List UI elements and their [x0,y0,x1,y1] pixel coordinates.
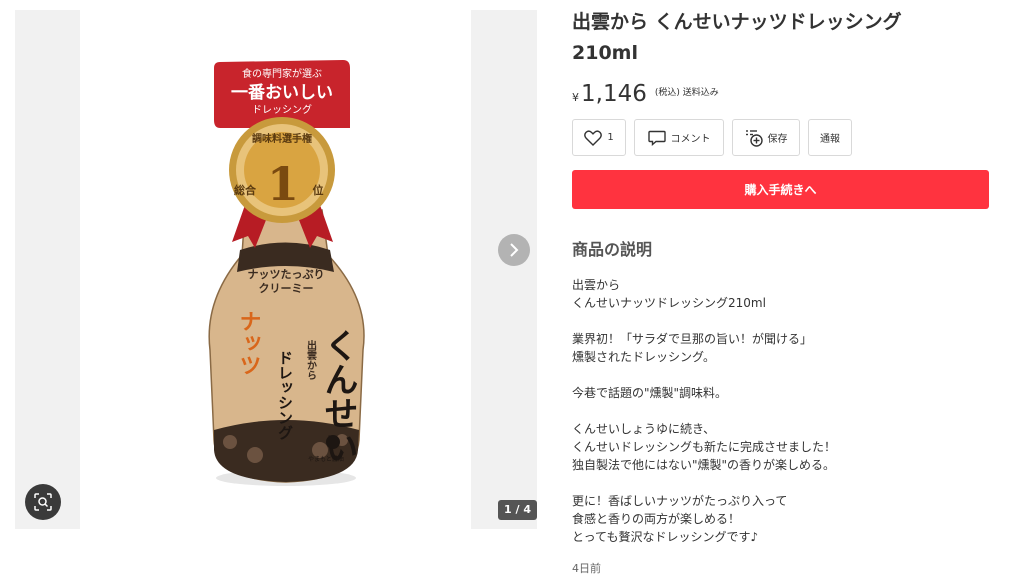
bottle-text-2: クリーミー [259,282,314,295]
price: 1,146 [581,81,647,107]
report-label: 通報 [820,134,840,145]
banner-text-3: ドレッシング [252,103,312,116]
price-note: (税込) 送料込み [654,88,719,98]
currency-symbol: ¥ [572,91,579,104]
product-info: 出雲から くんせいナッツドレッシング 210ml ¥ 1,146 (税込) 送料… [572,0,990,576]
nuts-text: ナッツ [236,310,261,376]
banner-text-2: 一番おいしい [231,83,333,103]
posted-time: 4日前 [572,562,601,575]
price-row: ¥ 1,146 (税込) 送料込み [572,81,990,107]
gallery-prev-strip [15,10,80,529]
next-image-button[interactable] [498,234,530,266]
save-label: 保存 [767,134,788,145]
dressing-text: ドレッシング [276,350,294,440]
dressing-bottle-image: 食の専門家が選ぶ 一番おいしい ドレッシング 調味料選手権 総合 1 位 ナッツ… [208,60,365,486]
product-title-line2: 210ml [572,42,638,64]
gallery-next-strip [471,10,537,529]
product-title: 出雲から くんせいナッツドレッシング 210ml [572,7,990,69]
izumo-text: 出雲から [305,339,317,381]
image-counter: 1 / 4 [498,500,537,520]
medal-right-text: 位 [313,183,324,197]
save-button[interactable]: 保存 [732,119,800,156]
comment-icon [647,130,666,146]
report-button[interactable]: 通報 [808,119,852,156]
chevron-right-icon [510,243,519,257]
comment-button[interactable]: コメント [634,119,724,156]
bottle-text-1: ナッツたっぷり [248,268,325,281]
image-gallery: 食の専門家が選ぶ 一番おいしい ドレッシング 調味料選手権 総合 1 位 ナッツ… [15,10,537,529]
description-body: 出雲から くんせいナッツドレッシング210ml 業界初！「サラダで旦那の旨い！が… [572,278,837,544]
image-search-icon [34,493,52,511]
comment-label: コメント [670,134,711,145]
maker-text: やまもと醤油 [308,455,344,463]
buy-button[interactable]: 購入手続きへ [572,170,989,209]
like-count: 1 [607,132,614,143]
product-title-line1: 出雲から くんせいナッツドレッシング [572,11,902,33]
image-search-button[interactable] [25,484,61,520]
action-bar: 1 コメント 保存 通報 [572,119,990,156]
banner-text-1: 食の専門家が選ぶ [242,67,322,80]
medal-number: 1 [267,157,299,211]
medal-left-text: 総合 [234,183,257,197]
save-list-icon [745,129,763,147]
like-button[interactable]: 1 [572,119,626,156]
medal-ring-text: 調味料選手権 [252,132,312,145]
heart-icon [584,129,603,146]
description-heading: 商品の説明 [572,240,653,259]
product-photo[interactable]: 食の専門家が選ぶ 一番おいしい ドレッシング 調味料選手権 総合 1 位 ナッツ… [80,10,471,529]
